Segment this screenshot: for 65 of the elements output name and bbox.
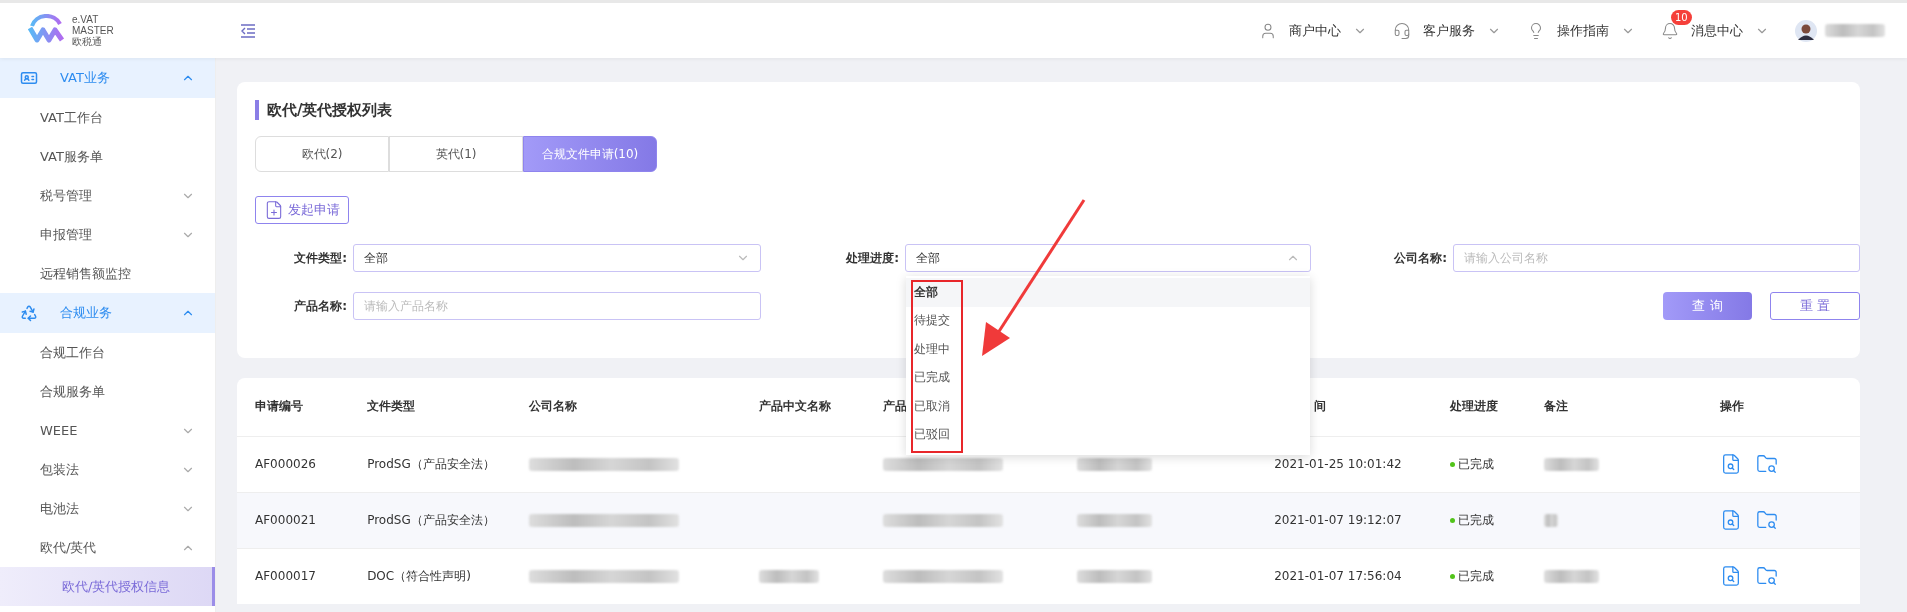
view-folder-icon[interactable] [1755,509,1778,531]
column-header: 公司名称 [529,399,578,414]
reset-button[interactable]: 重 置 [1770,292,1860,320]
redacted-text [1543,457,1599,471]
status-text: 已完成 [1450,511,1495,529]
avatar[interactable] [1795,19,1817,42]
select-field[interactable]: 全部 [353,244,761,272]
status-text: 已完成 [1450,567,1495,585]
nav-menu[interactable]: 商户中心 [1289,21,1341,40]
file-plus-icon [264,200,284,220]
table-cell: ProdSG（产品安全法） [349,492,512,548]
dropdown-option[interactable]: 待提交 [906,306,1310,335]
nav-menu[interactable]: 消息中心 [1691,21,1743,40]
view-folder-icon[interactable] [1755,453,1778,475]
notification-badge: 10 [1671,9,1692,25]
table-cell: DOC（符合性声明) [349,548,512,604]
nav-menu[interactable]: 客户服务 [1423,21,1475,40]
headset-icon [1393,21,1411,40]
dropdown-option[interactable]: 处理中 [906,335,1310,364]
field-label: 产品名称: [293,297,348,315]
table-cell: AF000021 [237,492,350,548]
apply-button[interactable]: 发起申请 [255,196,349,224]
status-text: 已完成 [1450,455,1495,473]
table-cell: 2021-01-07 17:56:04 [1256,548,1433,604]
column-header: 备注 [1543,399,1568,414]
view-folder-icon[interactable] [1755,565,1778,588]
column-header: 操作 [1719,399,1744,414]
column-header: 产品中文名称 [758,399,831,414]
redacted-text [758,569,819,583]
recycle-icon [20,304,38,322]
user-icon [1259,21,1277,40]
page-title: 欧代/英代授权列表 [255,100,1860,120]
tab[interactable]: 欧代(2) [255,136,389,172]
logo-text: e.VAT [72,14,100,25]
column-header: 处理进度 [1450,399,1499,414]
bell-icon [1661,21,1679,40]
redacted-text [1543,513,1558,527]
table-cell: AF000017 [237,548,350,604]
menu-group-label: 合规业务 [60,304,113,322]
table-cell: ProdSG（产品安全法） [349,436,512,492]
id-card-icon [20,69,38,87]
dropdown-option[interactable]: 全部 [906,278,1310,307]
menu-group-label: VAT业务 [60,69,111,87]
redacted-text [1543,569,1599,583]
field-label: 公司名称: [1393,249,1448,267]
field-label: 文件类型: [293,249,348,267]
dropdown-option[interactable]: 已驳回 [906,420,1310,449]
logo-text: 欧税通 [72,36,103,47]
field-label: 处理进度: [845,249,900,267]
column-header: 申请编号 [255,399,303,414]
table-cell: AF000026 [237,436,350,492]
column-header: 间 [1314,399,1327,414]
column-header: 文件类型 [367,399,416,414]
menu-collapse-icon[interactable] [240,23,256,38]
dropdown-option[interactable]: 已完成 [906,363,1310,392]
column-header: 产品 [882,399,907,414]
dropdown-option[interactable]: 已取消 [906,392,1310,421]
table-cell: 2021-01-07 19:12:07 [1256,492,1433,548]
text-field[interactable]: 请输入公司名称 [1453,244,1860,272]
nav-menu[interactable]: 操作指南 [1557,21,1609,40]
tab[interactable]: 英代(1) [389,136,523,172]
menu-item[interactable]: 欧代/英代授权信息 [0,567,215,606]
logo-text: MASTER [72,25,114,36]
redacted-text [1825,24,1885,37]
text-field[interactable]: 请输入产品名称 [353,292,761,320]
